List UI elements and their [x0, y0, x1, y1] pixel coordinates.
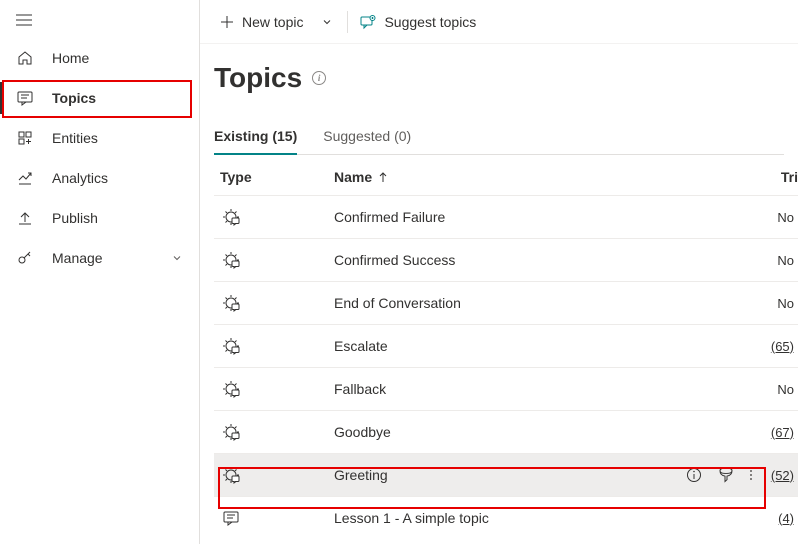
sidebar-item-publish[interactable]: Publish: [0, 198, 199, 238]
row-actions: [686, 467, 770, 483]
row-type-icon: [214, 423, 334, 441]
page-title: Topics i: [214, 62, 798, 94]
main: New topic Suggest topics Topics i Existi…: [200, 0, 798, 544]
row-type-icon: [214, 337, 334, 355]
page-title-text: Topics: [214, 62, 302, 94]
topics-icon: [16, 90, 34, 106]
manage-icon: [16, 250, 34, 266]
suggest-topics-button[interactable]: Suggest topics: [354, 10, 482, 34]
row-name: Fallback: [334, 381, 770, 397]
row-name: Goodbye: [334, 424, 770, 440]
table-row[interactable]: Escalate (65): [214, 324, 798, 367]
tab-suggested[interactable]: Suggested (0): [323, 120, 411, 154]
sidebar-item-label: Home: [52, 50, 89, 66]
suggest-icon: [360, 14, 376, 30]
row-type-icon: [214, 380, 334, 398]
sidebar-item-label: Manage: [52, 250, 103, 266]
table-header: Type Name Tri: [214, 155, 798, 195]
row-trigger[interactable]: (65): [770, 339, 798, 354]
new-topic-label: New topic: [242, 14, 303, 30]
row-type-icon: [214, 466, 334, 484]
sidebar-item-home[interactable]: Home: [0, 38, 199, 78]
row-name: Escalate: [334, 338, 770, 354]
row-type-icon: [214, 294, 334, 312]
sidebar-item-manage[interactable]: Manage: [0, 238, 199, 278]
row-trigger[interactable]: (52): [770, 468, 798, 483]
sidebar-item-label: Analytics: [52, 170, 108, 186]
publish-icon: [16, 210, 34, 226]
row-name: Lesson 1 - A simple topic: [334, 510, 770, 526]
home-icon: [16, 50, 34, 66]
sidebar-item-label: Publish: [52, 210, 98, 226]
row-trigger: No: [770, 253, 798, 268]
tab-existing[interactable]: Existing (15): [214, 120, 297, 154]
plus-icon: [220, 15, 234, 29]
suggest-topics-label: Suggest topics: [384, 14, 476, 30]
more-actions[interactable]: [750, 470, 752, 480]
table-row[interactable]: Goodbye (67): [214, 410, 798, 453]
info-icon[interactable]: [686, 467, 702, 483]
column-type[interactable]: Type: [214, 169, 334, 185]
table-row[interactable]: Confirmed Failure No: [214, 195, 798, 238]
column-name-label: Name: [334, 169, 372, 185]
column-trigger[interactable]: Tri: [773, 169, 798, 185]
table-row[interactable]: Confirmed Success No: [214, 238, 798, 281]
table-row[interactable]: End of Conversation No: [214, 281, 798, 324]
row-name: Confirmed Failure: [334, 209, 770, 225]
sidebar-item-topics[interactable]: Topics: [0, 78, 199, 118]
row-type-icon: [214, 251, 334, 269]
hamburger-icon: [16, 14, 32, 26]
row-name: End of Conversation: [334, 295, 770, 311]
tabs: Existing (15) Suggested (0): [214, 120, 784, 155]
table-body: Confirmed Failure No Confirmed Success N…: [214, 195, 798, 539]
sort-asc-icon: [378, 171, 388, 183]
analytics-icon: [16, 170, 34, 186]
sidebar: Home Topics Entities Analytics Publish: [0, 0, 200, 544]
row-name: Greeting: [334, 467, 686, 483]
row-name: Confirmed Success: [334, 252, 770, 268]
row-trigger: No: [770, 296, 798, 311]
sidebar-item-analytics[interactable]: Analytics: [0, 158, 199, 198]
hamburger-menu[interactable]: [0, 4, 199, 38]
toolbar-separator: [347, 11, 348, 33]
table-row[interactable]: Fallback No: [214, 367, 798, 410]
toolbar: New topic Suggest topics: [200, 0, 798, 44]
chevron-down-icon: [321, 16, 333, 28]
info-icon[interactable]: i: [312, 71, 326, 85]
sidebar-item-entities[interactable]: Entities: [0, 118, 199, 158]
row-type-icon: [214, 509, 334, 527]
row-trigger[interactable]: (67): [770, 425, 798, 440]
sidebar-item-label: Topics: [52, 90, 96, 106]
column-name[interactable]: Name: [334, 169, 773, 185]
table-row[interactable]: Greeting (52): [214, 453, 798, 496]
chevron-down-icon: [171, 252, 183, 264]
table-row[interactable]: Lesson 1 - A simple topic (4): [214, 496, 798, 539]
row-trigger: No: [770, 382, 798, 397]
content: Topics i Existing (15) Suggested (0) Typ…: [200, 44, 798, 544]
new-topic-button[interactable]: New topic: [214, 10, 309, 34]
sidebar-item-label: Entities: [52, 130, 98, 146]
row-trigger[interactable]: (4): [770, 511, 798, 526]
new-topic-dropdown[interactable]: [313, 10, 341, 34]
row-type-icon: [214, 208, 334, 226]
entities-icon: [16, 130, 34, 146]
filter-icon[interactable]: [718, 467, 734, 483]
row-trigger: No: [770, 210, 798, 225]
